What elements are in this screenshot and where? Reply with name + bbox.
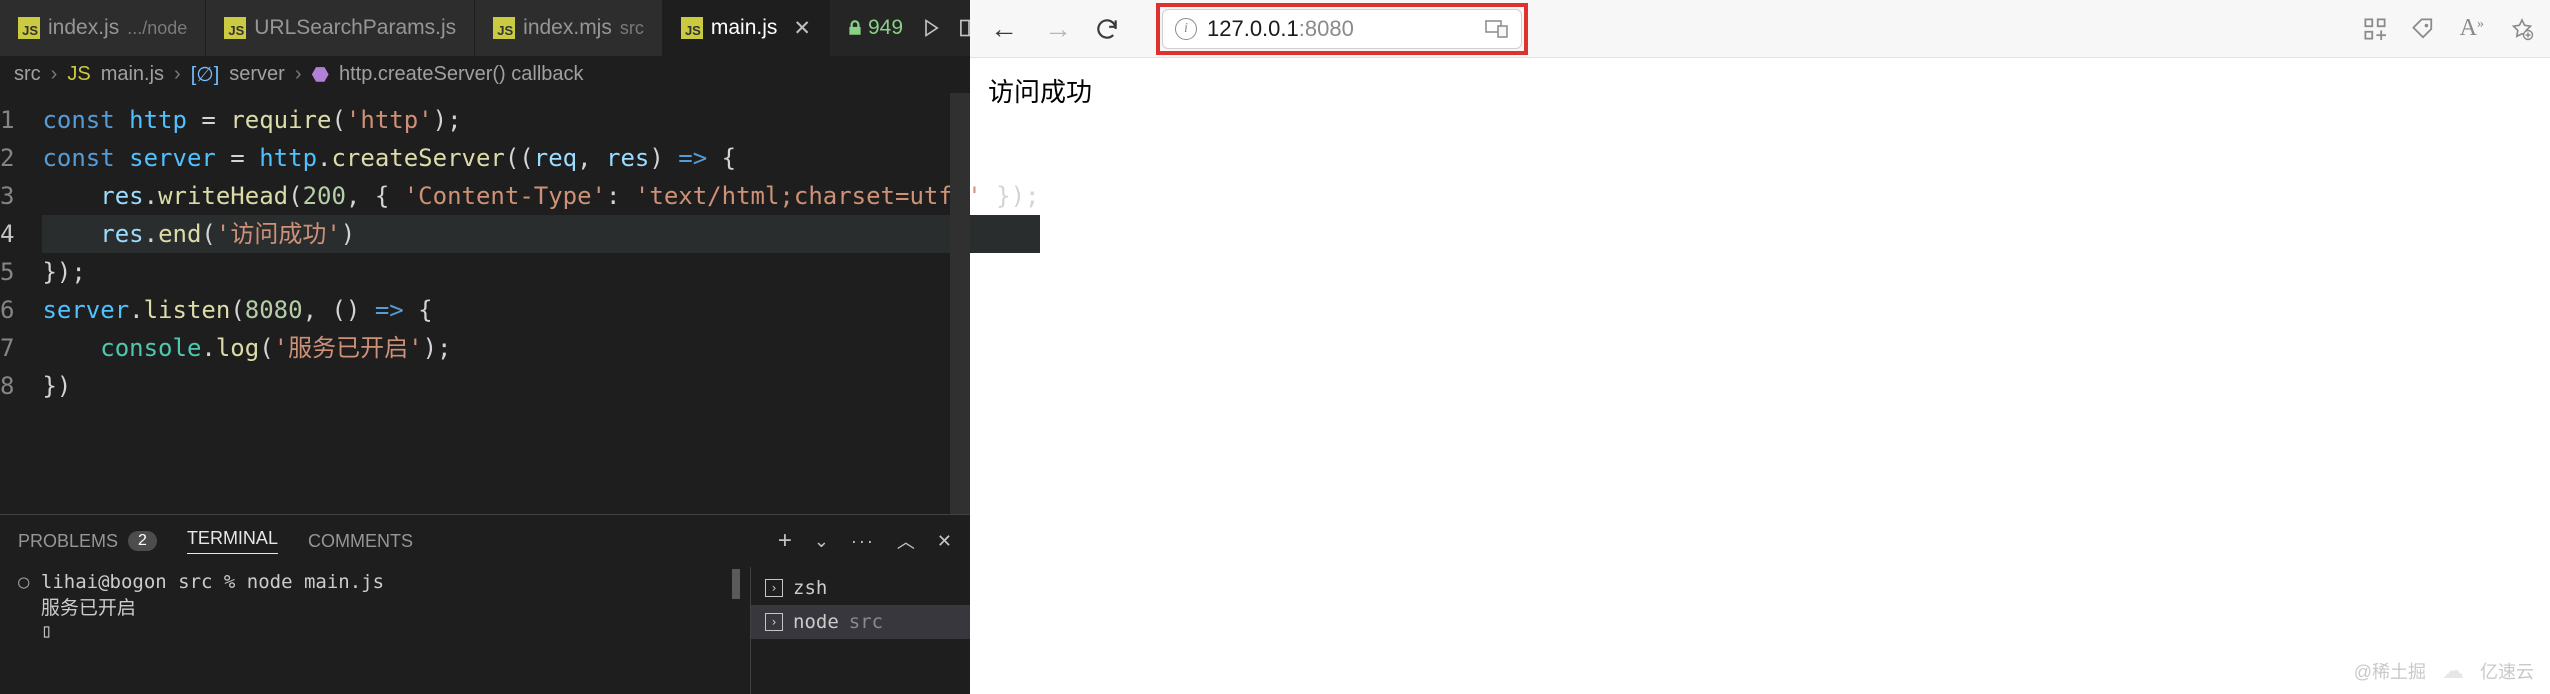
lock-badge[interactable]: 949 bbox=[846, 16, 903, 40]
more-icon[interactable]: ··· bbox=[851, 531, 875, 552]
lock-count: 949 bbox=[868, 16, 903, 40]
code-editor[interactable]: 1 2 3 4 5 6 7 8 const http = require('ht… bbox=[0, 93, 970, 514]
js-file-icon: JS bbox=[493, 17, 515, 39]
editor-tab-1[interactable]: JS URLSearchParams.js bbox=[206, 0, 475, 56]
js-file-icon: JS bbox=[224, 17, 246, 39]
chevron-down-icon[interactable]: ⌄ bbox=[814, 531, 829, 552]
editor-tab-0[interactable]: JS index.js .../node bbox=[0, 0, 206, 56]
line-gutter: 1 2 3 4 5 6 7 8 bbox=[0, 101, 42, 514]
problems-count-badge: 2 bbox=[128, 531, 157, 551]
device-icon[interactable] bbox=[1485, 20, 1509, 38]
browser-viewport[interactable]: 访问成功 @稀土掘 ☁ 亿速云 bbox=[970, 58, 2550, 694]
breadcrumb[interactable]: src › JS main.js › [∅] server › ⬣ http.c… bbox=[0, 56, 970, 93]
panel-body: ○ lihai@bogon src % node main.js 服务已开启 ▯… bbox=[0, 567, 970, 694]
site-info-icon[interactable]: i bbox=[1175, 18, 1197, 40]
bc-file: main.js bbox=[101, 63, 164, 86]
watermark-text: 亿速云 bbox=[2480, 658, 2534, 684]
session-label: node bbox=[793, 611, 839, 633]
panel-tab-terminal[interactable]: TERMINAL bbox=[187, 528, 278, 554]
editor-tab-3[interactable]: JS main.js ✕ bbox=[663, 0, 830, 56]
new-terminal-icon[interactable]: + bbox=[778, 527, 792, 555]
tab-desc: .../node bbox=[127, 18, 187, 39]
panel-tab-problems[interactable]: PROBLEMS 2 bbox=[18, 531, 157, 552]
session-desc: src bbox=[849, 611, 883, 633]
chevron-right-icon: › bbox=[51, 63, 58, 86]
terminal-session-node[interactable]: › node src bbox=[751, 605, 970, 639]
bottom-panel: PROBLEMS 2 TERMINAL COMMENTS + ⌄ ··· ︿ ✕… bbox=[0, 514, 970, 694]
variable-icon: [∅] bbox=[191, 62, 220, 87]
url-text[interactable]: 127.0.0.1:8080 bbox=[1207, 16, 1475, 42]
code-content[interactable]: const http = require('http'); const serv… bbox=[42, 101, 1039, 514]
apps-icon[interactable] bbox=[2364, 18, 2386, 40]
run-icon[interactable] bbox=[921, 18, 941, 38]
terminal-icon: › bbox=[765, 613, 783, 631]
scroll-indicator bbox=[732, 569, 740, 599]
watermarks: @稀土掘 ☁ 亿速云 bbox=[2354, 658, 2534, 684]
refresh-button[interactable] bbox=[1094, 16, 1130, 42]
chevron-right-icon: › bbox=[174, 63, 181, 86]
editor-tab-bar: JS index.js .../node JS URLSearchParams.… bbox=[0, 0, 970, 56]
lock-icon bbox=[846, 19, 864, 37]
terminal-output[interactable]: ○ lihai@bogon src % node main.js 服务已开启 ▯ bbox=[0, 567, 750, 694]
js-file-icon: JS bbox=[681, 17, 703, 39]
tab-label: index.mjs bbox=[523, 16, 612, 40]
editor-tab-2[interactable]: JS index.mjs src bbox=[475, 0, 663, 56]
session-label: zsh bbox=[793, 577, 827, 599]
panel-tab-bar: PROBLEMS 2 TERMINAL COMMENTS + ⌄ ··· ︿ ✕ bbox=[0, 515, 970, 567]
tab-desc: src bbox=[620, 18, 644, 39]
chevron-right-icon: › bbox=[295, 63, 302, 86]
text-size-icon[interactable]: A» bbox=[2460, 15, 2484, 42]
toolbar-right: A» bbox=[2364, 15, 2534, 42]
bc-symbol: server bbox=[229, 63, 285, 86]
tag-icon[interactable] bbox=[2412, 18, 2434, 40]
vscode-editor: JS index.js .../node JS URLSearchParams.… bbox=[0, 0, 970, 694]
address-highlight: i 127.0.0.1:8080 bbox=[1156, 3, 1528, 55]
page-text: 访问成功 bbox=[988, 77, 1092, 107]
favorites-icon[interactable] bbox=[2510, 17, 2534, 41]
panel-actions: + ⌄ ··· ︿ ✕ bbox=[778, 527, 952, 555]
watermark-logo-icon: ☁ bbox=[2442, 658, 2464, 684]
method-icon: ⬣ bbox=[312, 62, 329, 87]
forward-button[interactable]: → bbox=[1040, 13, 1076, 45]
tab-label: URLSearchParams.js bbox=[254, 16, 456, 40]
browser-window: ← → i 127.0.0.1:8080 A» bbox=[970, 0, 2550, 694]
watermark-text: @稀土掘 bbox=[2354, 658, 2426, 684]
minimap[interactable] bbox=[950, 93, 970, 514]
js-file-icon: JS bbox=[67, 63, 90, 86]
tab-label: main.js bbox=[711, 16, 778, 40]
terminal-icon: › bbox=[765, 579, 783, 597]
minimap-slider[interactable] bbox=[950, 93, 970, 514]
close-icon[interactable]: ✕ bbox=[793, 16, 811, 41]
close-panel-icon[interactable]: ✕ bbox=[937, 531, 952, 552]
terminal-session-zsh[interactable]: › zsh bbox=[751, 571, 970, 605]
tab-label: index.js bbox=[48, 16, 119, 40]
browser-toolbar: ← → i 127.0.0.1:8080 A» bbox=[970, 0, 2550, 58]
js-file-icon: JS bbox=[18, 17, 40, 39]
bc-folder: src bbox=[14, 63, 41, 86]
chevron-up-icon[interactable]: ︿ bbox=[897, 528, 915, 554]
back-button[interactable]: ← bbox=[986, 13, 1022, 45]
bc-callback: http.createServer() callback bbox=[339, 63, 584, 86]
address-bar[interactable]: i 127.0.0.1:8080 bbox=[1162, 9, 1522, 49]
terminal-sessions-list: › zsh › node src bbox=[750, 567, 970, 694]
panel-tab-comments[interactable]: COMMENTS bbox=[308, 531, 413, 552]
